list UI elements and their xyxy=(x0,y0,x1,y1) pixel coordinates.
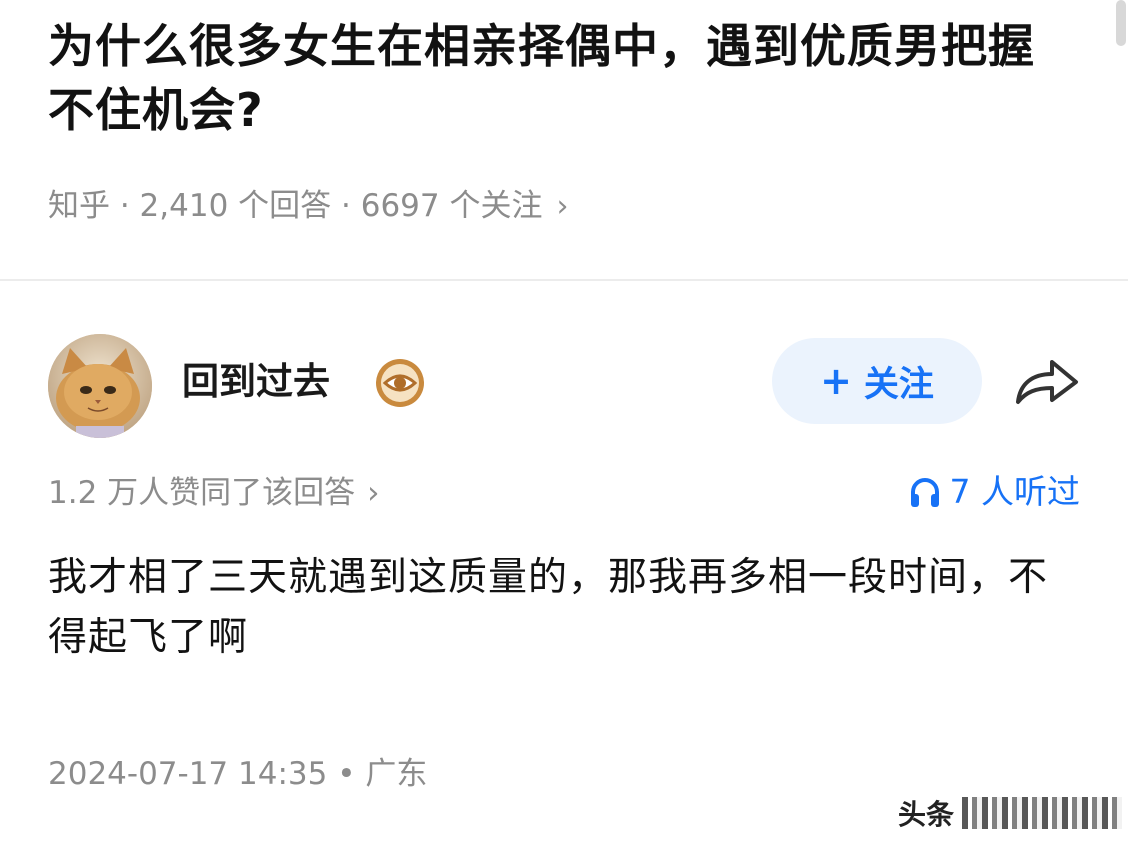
watermark-blurred-handle xyxy=(962,797,1122,829)
plus-icon: + xyxy=(820,359,852,403)
chevron-right-icon: › xyxy=(556,189,569,224)
headphones-icon xyxy=(910,478,939,507)
avatar[interactable] xyxy=(48,334,152,438)
question-meta-text: 知乎 · 2,410 个回答 · 6697 个关注 xyxy=(48,188,543,224)
upvote-summary[interactable]: 1.2 万人赞同了该回答 › xyxy=(48,471,380,515)
watermark-text: 头条 xyxy=(898,798,955,831)
watermark: 头条 xyxy=(898,791,1122,835)
listened-button[interactable]: 7 人听过 xyxy=(908,470,1081,514)
eye-badge-icon[interactable] xyxy=(374,357,426,409)
follow-button[interactable]: + 关注 xyxy=(772,338,982,424)
cat-avatar xyxy=(48,334,152,438)
scrollbar[interactable] xyxy=(1114,0,1128,846)
follow-button-label: 关注 xyxy=(863,364,934,405)
share-arrow-icon[interactable] xyxy=(1012,354,1082,408)
upvote-summary-text: 1.2 万人赞同了该回答 xyxy=(48,475,356,511)
section-divider xyxy=(0,279,1128,281)
author-name[interactable]: 回到过去 xyxy=(182,356,330,408)
listened-count: 7 人听过 xyxy=(949,472,1081,511)
answer-body[interactable]: 我才相了三天就遇到这质量的，那我再多相一段时间，不得起飞了啊 xyxy=(48,548,1068,668)
chevron-right-icon: › xyxy=(367,475,380,511)
question-meta[interactable]: 知乎 · 2,410 个回答 · 6697 个关注 › xyxy=(48,184,568,229)
answer-timestamp-location: 2024-07-17 14:35 • 广东 xyxy=(48,756,428,792)
scrollbar-thumb[interactable] xyxy=(1116,0,1126,46)
question-title[interactable]: 为什么很多女生在相亲择偶中，遇到优质男把握不住机会? xyxy=(48,14,1068,142)
